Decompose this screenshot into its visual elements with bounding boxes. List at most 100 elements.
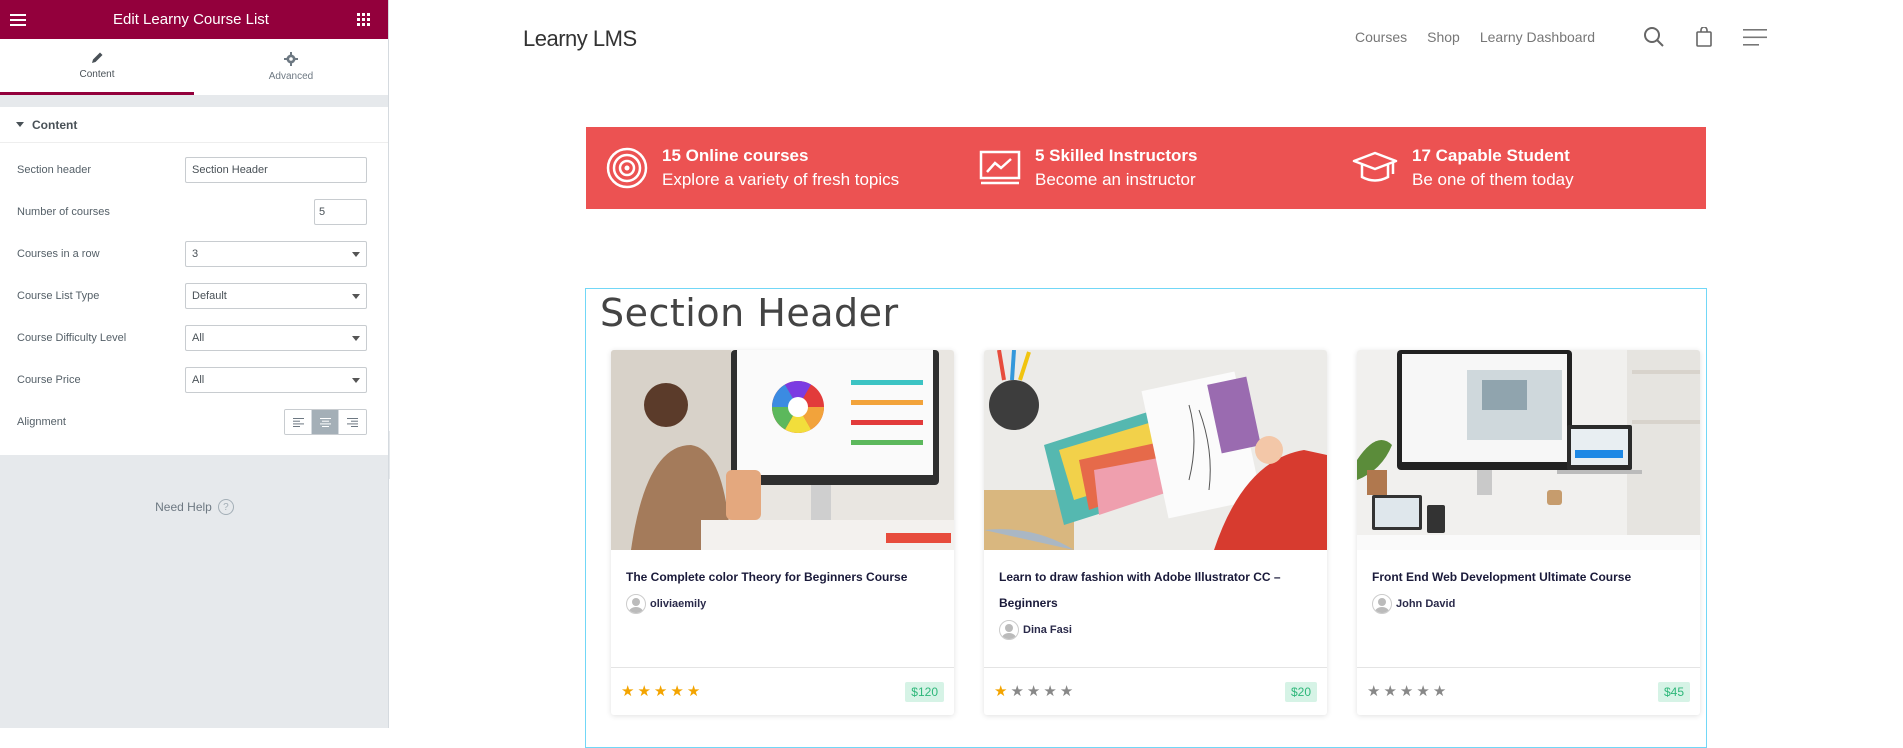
nav-dashboard[interactable]: Learny Dashboard <box>1480 29 1595 45</box>
stat-instructors: 5 Skilled Instructors Become an instruct… <box>959 144 1332 192</box>
question-circle-icon: ? <box>217 499 234 515</box>
avatar <box>626 594 646 614</box>
star-empty-icon: ★ <box>1383 683 1397 700</box>
stat-subtitle: Be one of them today <box>1412 170 1574 189</box>
author-name: oliviaemily <box>650 598 707 610</box>
align-left-button[interactable] <box>285 410 312 434</box>
star-empty-icon: ★ <box>1026 683 1041 700</box>
tab-content[interactable]: Content <box>0 39 194 95</box>
star-empty-icon: ★ <box>1432 683 1447 700</box>
main-nav: Courses Shop Learny Dashboard <box>1355 29 1595 45</box>
price-badge: $20 <box>1284 681 1317 702</box>
course-thumbnail[interactable] <box>984 350 1327 550</box>
panel-header: Edit Learny Course List <box>0 0 388 39</box>
hamburger-menu-icon[interactable] <box>8 10 28 30</box>
nav-courses[interactable]: Courses <box>1355 29 1407 45</box>
course-list-type-select[interactable]: Default <box>185 283 367 309</box>
course-card[interactable]: The Complete color Theory for Beginners … <box>611 350 954 715</box>
star-empty-icon: ★ <box>1059 683 1074 700</box>
tab-advanced-label: Advanced <box>268 71 314 82</box>
chevron-down-icon <box>352 293 360 299</box>
stat-title: 17 Capable Student <box>1412 146 1570 165</box>
align-right-button[interactable] <box>339 410 366 434</box>
section-header: Section Header <box>600 291 899 335</box>
panel-title: Edit Learny Course List <box>113 11 269 28</box>
tab-advanced[interactable]: Advanced <box>194 39 388 95</box>
controls-section: Content Section header Section Header Nu… <box>0 107 388 455</box>
control-section-header: Section header Section Header <box>0 149 388 191</box>
align-center-button[interactable] <box>312 410 339 434</box>
shopping-bag-icon[interactable] <box>1696 27 1712 47</box>
off-canvas-menu-icon[interactable] <box>1743 29 1767 46</box>
price-select[interactable]: All <box>185 367 367 393</box>
courses-in-row-select[interactable]: 3 <box>185 241 367 267</box>
control-label: Course Difficulty Level <box>17 332 127 344</box>
course-title[interactable]: Learn to draw fashion with Adobe Illustr… <box>984 550 1327 616</box>
site-logo[interactable]: Learny LMS <box>523 26 637 52</box>
align-left-icon <box>292 417 304 427</box>
need-help-link[interactable]: Need Help ? <box>0 499 389 515</box>
rating-stars: ★ ★ ★ ★ ★ <box>1367 684 1446 699</box>
select-value: All <box>192 374 205 386</box>
star-empty-icon: ★ <box>1416 683 1430 700</box>
star-empty-icon: ★ <box>1010 683 1024 700</box>
stat-students: 17 Capable Student Be one of them today <box>1332 144 1705 192</box>
star-filled-icon: ★ <box>686 683 701 700</box>
tab-content-label: Content <box>79 69 115 80</box>
course-title[interactable]: Front End Web Development Ultimate Cours… <box>1357 550 1700 590</box>
control-courses-in-row: Courses in a row 3 <box>0 233 388 275</box>
course-card[interactable]: Learn to draw fashion with Adobe Illustr… <box>984 350 1327 715</box>
section-header-input[interactable]: Section Header <box>185 157 367 183</box>
chevron-down-icon <box>352 251 360 257</box>
chevron-down-icon <box>352 335 360 341</box>
chevron-down-icon <box>352 377 360 383</box>
rating-stars: ★ ★ ★ ★ ★ <box>621 684 700 699</box>
course-title[interactable]: The Complete color Theory for Beginners … <box>611 550 954 590</box>
card-footer: ★ ★ ★ ★ ★ $20 <box>984 667 1327 715</box>
widgets-grid-icon[interactable] <box>354 10 374 30</box>
stat-subtitle: Become an instructor <box>1035 170 1196 189</box>
control-label: Number of courses <box>17 206 110 218</box>
course-author[interactable]: oliviaemily <box>611 590 954 618</box>
card-footer: ★ ★ ★ ★ ★ $45 <box>1357 667 1700 715</box>
course-author[interactable]: Dina Fasi <box>984 616 1327 644</box>
presentation-icon <box>979 150 1021 185</box>
stat-subtitle: Explore a variety of fresh topics <box>662 170 900 189</box>
control-alignment: Alignment <box>0 401 388 443</box>
nav-shop[interactable]: Shop <box>1427 29 1460 45</box>
star-empty-icon: ★ <box>1367 683 1381 700</box>
price-badge: $120 <box>905 681 944 702</box>
align-right-icon <box>347 417 358 427</box>
control-course-list-type: Course List Type Default <box>0 275 388 317</box>
search-icon[interactable] <box>1643 26 1665 48</box>
course-thumbnail[interactable] <box>1357 350 1700 550</box>
select-value: All <box>192 332 205 344</box>
align-center-icon <box>319 417 331 427</box>
star-filled-icon: ★ <box>637 683 651 700</box>
star-filled-icon: ★ <box>621 683 635 700</box>
editor-panel: Edit Learny Course List Content Advanced… <box>0 0 389 728</box>
number-of-courses-input[interactable]: 5 <box>314 199 367 225</box>
course-card[interactable]: Front End Web Development Ultimate Cours… <box>1357 350 1700 715</box>
avatar <box>1372 594 1392 614</box>
star-filled-icon: ★ <box>670 683 684 700</box>
section-title: Content <box>32 117 78 132</box>
difficulty-select[interactable]: All <box>185 325 367 351</box>
control-number-of-courses: Number of courses 5 <box>0 191 388 233</box>
card-footer: ★ ★ ★ ★ ★ $120 <box>611 667 954 715</box>
alignment-group <box>284 409 367 435</box>
select-value: Default <box>192 290 227 302</box>
stats-banner: 15 Online courses Explore a variety of f… <box>586 127 1706 209</box>
control-label: Alignment <box>17 416 66 428</box>
rating-stars: ★ ★ ★ ★ ★ <box>994 684 1073 699</box>
course-author[interactable]: John David <box>1357 590 1700 618</box>
course-thumbnail[interactable] <box>611 350 954 550</box>
course-list-widget[interactable]: Section Header The Complete color Theory… <box>585 288 1707 748</box>
stat-title: 5 Skilled Instructors <box>1035 146 1198 165</box>
target-icon <box>606 147 648 189</box>
control-difficulty: Course Difficulty Level All <box>0 317 388 359</box>
star-filled-icon: ★ <box>994 683 1008 700</box>
control-label: Courses in a row <box>17 248 100 260</box>
content-section-toggle[interactable]: Content <box>0 107 388 143</box>
graduation-cap-icon <box>1352 151 1398 182</box>
